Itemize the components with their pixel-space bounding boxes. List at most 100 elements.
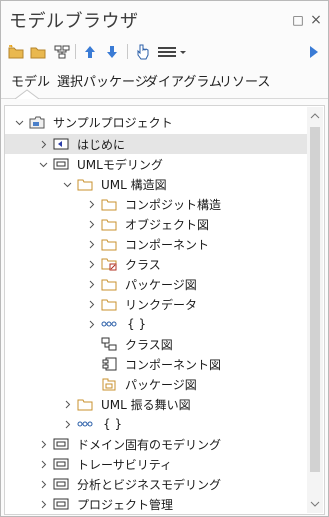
expand-chevron-icon[interactable] xyxy=(37,438,49,450)
expand-chevron-icon[interactable] xyxy=(85,278,97,290)
new-diagram-button[interactable] xyxy=(53,43,71,60)
tree-row-uml-structure[interactable]: UML 構造図 xyxy=(5,174,308,194)
hamburger-menu-icon xyxy=(158,46,186,57)
package-diagram-icon xyxy=(101,376,117,392)
active-tab-indicator xyxy=(15,89,39,99)
tree-label: プロジェクト管理 xyxy=(77,497,174,512)
tree-row-composite[interactable]: コンポジット構造 xyxy=(5,194,308,214)
toolbar xyxy=(3,39,328,63)
tree-label: コンポーネント xyxy=(125,237,210,252)
scroll-down-arrow-icon[interactable] xyxy=(310,499,320,509)
expand-chevron-icon[interactable] xyxy=(85,198,97,210)
scrollbar-thumb[interactable] xyxy=(310,127,320,472)
folder-linked-icon xyxy=(101,256,117,272)
folder-icon xyxy=(101,236,117,252)
folder-icon xyxy=(101,296,117,312)
close-button[interactable]: × xyxy=(309,13,323,27)
tree-label: パッケージ図 xyxy=(125,277,197,292)
package-icon xyxy=(53,476,69,492)
tree-row-business-analysis[interactable]: 分析とビジネスモデリング xyxy=(5,474,308,494)
package-diagram-icon xyxy=(53,136,69,152)
expand-chevron-icon[interactable] xyxy=(61,398,73,410)
tree-label: コンポジット構造 xyxy=(125,197,222,212)
tab-diagram[interactable]: ダイアグラム xyxy=(143,71,224,90)
vertical-scrollbar[interactable] xyxy=(307,107,323,513)
new-package-button[interactable] xyxy=(29,43,47,60)
collapse-chevron-icon[interactable] xyxy=(13,116,25,128)
tree-row-class[interactable]: クラス xyxy=(5,254,308,274)
menu-dropdown-button[interactable] xyxy=(157,43,187,60)
element-group-icon xyxy=(77,416,93,432)
arrow-up-icon xyxy=(85,45,95,58)
tree-row-object[interactable]: オブジェクト図 xyxy=(5,214,308,234)
package-icon xyxy=(53,156,69,172)
tree-label: サンプルプロジェクト xyxy=(53,115,173,130)
folder-icon xyxy=(101,216,117,232)
expand-chevron-icon[interactable] xyxy=(61,418,73,430)
expand-chevron-icon[interactable] xyxy=(37,478,49,490)
folder-icon xyxy=(77,396,93,412)
package-icon xyxy=(53,436,69,452)
tree-row-domain-specific[interactable]: ドメイン固有のモデリング xyxy=(5,434,308,454)
expand-toolbar-button[interactable] xyxy=(305,43,323,60)
tree-label: UMLモデリング xyxy=(77,157,163,172)
model-tree: サンプルプロジェクト はじめに UMLモデリング UML 構造図 コンポジット構… xyxy=(4,105,325,515)
collapse-chevron-icon[interactable] xyxy=(61,178,73,190)
folder-icon xyxy=(30,47,46,58)
move-up-button[interactable] xyxy=(81,43,99,60)
tree-row-intro[interactable]: はじめに xyxy=(5,134,308,154)
tab-model[interactable]: モデル xyxy=(9,71,52,90)
diagram-icon xyxy=(54,45,70,58)
tree-row-project-management[interactable]: プロジェクト管理 xyxy=(5,494,308,514)
move-down-button[interactable] xyxy=(103,43,121,60)
tree-row-link-data[interactable]: リンクデータ xyxy=(5,294,308,314)
tree-label: パッケージ図 xyxy=(125,377,197,392)
play-arrow-icon xyxy=(310,45,318,58)
tree-row-uml-modeling[interactable]: UMLモデリング xyxy=(5,154,308,174)
tree-row-braces[interactable]: { } xyxy=(5,314,308,334)
expand-chevron-icon[interactable] xyxy=(85,238,97,250)
tree-row-traceability[interactable]: トレーサビリティ xyxy=(5,454,308,474)
locate-button[interactable] xyxy=(133,43,151,60)
toolbar-separator xyxy=(75,44,76,59)
element-group-icon xyxy=(101,316,117,332)
tree-row-root[interactable]: サンプルプロジェクト xyxy=(5,112,308,132)
tab-selected-package[interactable]: 選択パッケージ xyxy=(55,71,150,90)
tab-resources[interactable]: リソース xyxy=(217,71,272,90)
pin-button[interactable]: □ xyxy=(291,13,305,27)
tree-label: { } xyxy=(127,317,147,331)
expand-chevron-icon[interactable] xyxy=(85,258,97,270)
pointer-hand-icon xyxy=(137,44,149,59)
toolbar-separator xyxy=(127,44,128,59)
model-root-icon xyxy=(29,114,45,130)
expand-chevron-icon[interactable] xyxy=(37,458,49,470)
folder-icon xyxy=(77,176,93,192)
tree-row-uml-behavior[interactable]: UML 振る舞い図 xyxy=(5,394,308,414)
window-title: モデルブラウザ xyxy=(9,11,139,32)
tree-label: ドメイン固有のモデリング xyxy=(77,437,222,452)
folder-icon xyxy=(101,196,117,212)
package-icon xyxy=(53,456,69,472)
expand-chevron-icon[interactable] xyxy=(37,138,49,150)
tree-row-braces[interactable]: { } xyxy=(5,414,308,434)
expand-chevron-icon[interactable] xyxy=(85,218,97,230)
tree-label: クラス図 xyxy=(125,337,173,352)
tree-label: { } xyxy=(103,417,123,431)
component-diagram-icon xyxy=(101,356,117,372)
scroll-up-arrow-icon[interactable] xyxy=(310,111,320,121)
tree-label: コンポーネント図 xyxy=(125,357,222,372)
folder-icon xyxy=(101,276,117,292)
tree-row-package-folder[interactable]: パッケージ図 xyxy=(5,274,308,294)
expand-chevron-icon[interactable] xyxy=(37,498,49,510)
new-root-package-button[interactable] xyxy=(7,43,25,60)
expand-chevron-icon[interactable] xyxy=(85,318,97,330)
tree-label: リンクデータ xyxy=(125,297,198,312)
expand-chevron-icon[interactable] xyxy=(85,298,97,310)
tree-row-component-diagram[interactable]: コンポーネント図 xyxy=(5,354,308,374)
tree-label: UML 構造図 xyxy=(101,177,167,192)
tree-row-component[interactable]: コンポーネント xyxy=(5,234,308,254)
arrow-down-icon xyxy=(107,45,117,58)
tree-row-class-diagram[interactable]: クラス図 xyxy=(5,334,308,354)
collapse-chevron-icon[interactable] xyxy=(37,158,49,170)
tree-row-package-diagram[interactable]: パッケージ図 xyxy=(5,374,308,394)
